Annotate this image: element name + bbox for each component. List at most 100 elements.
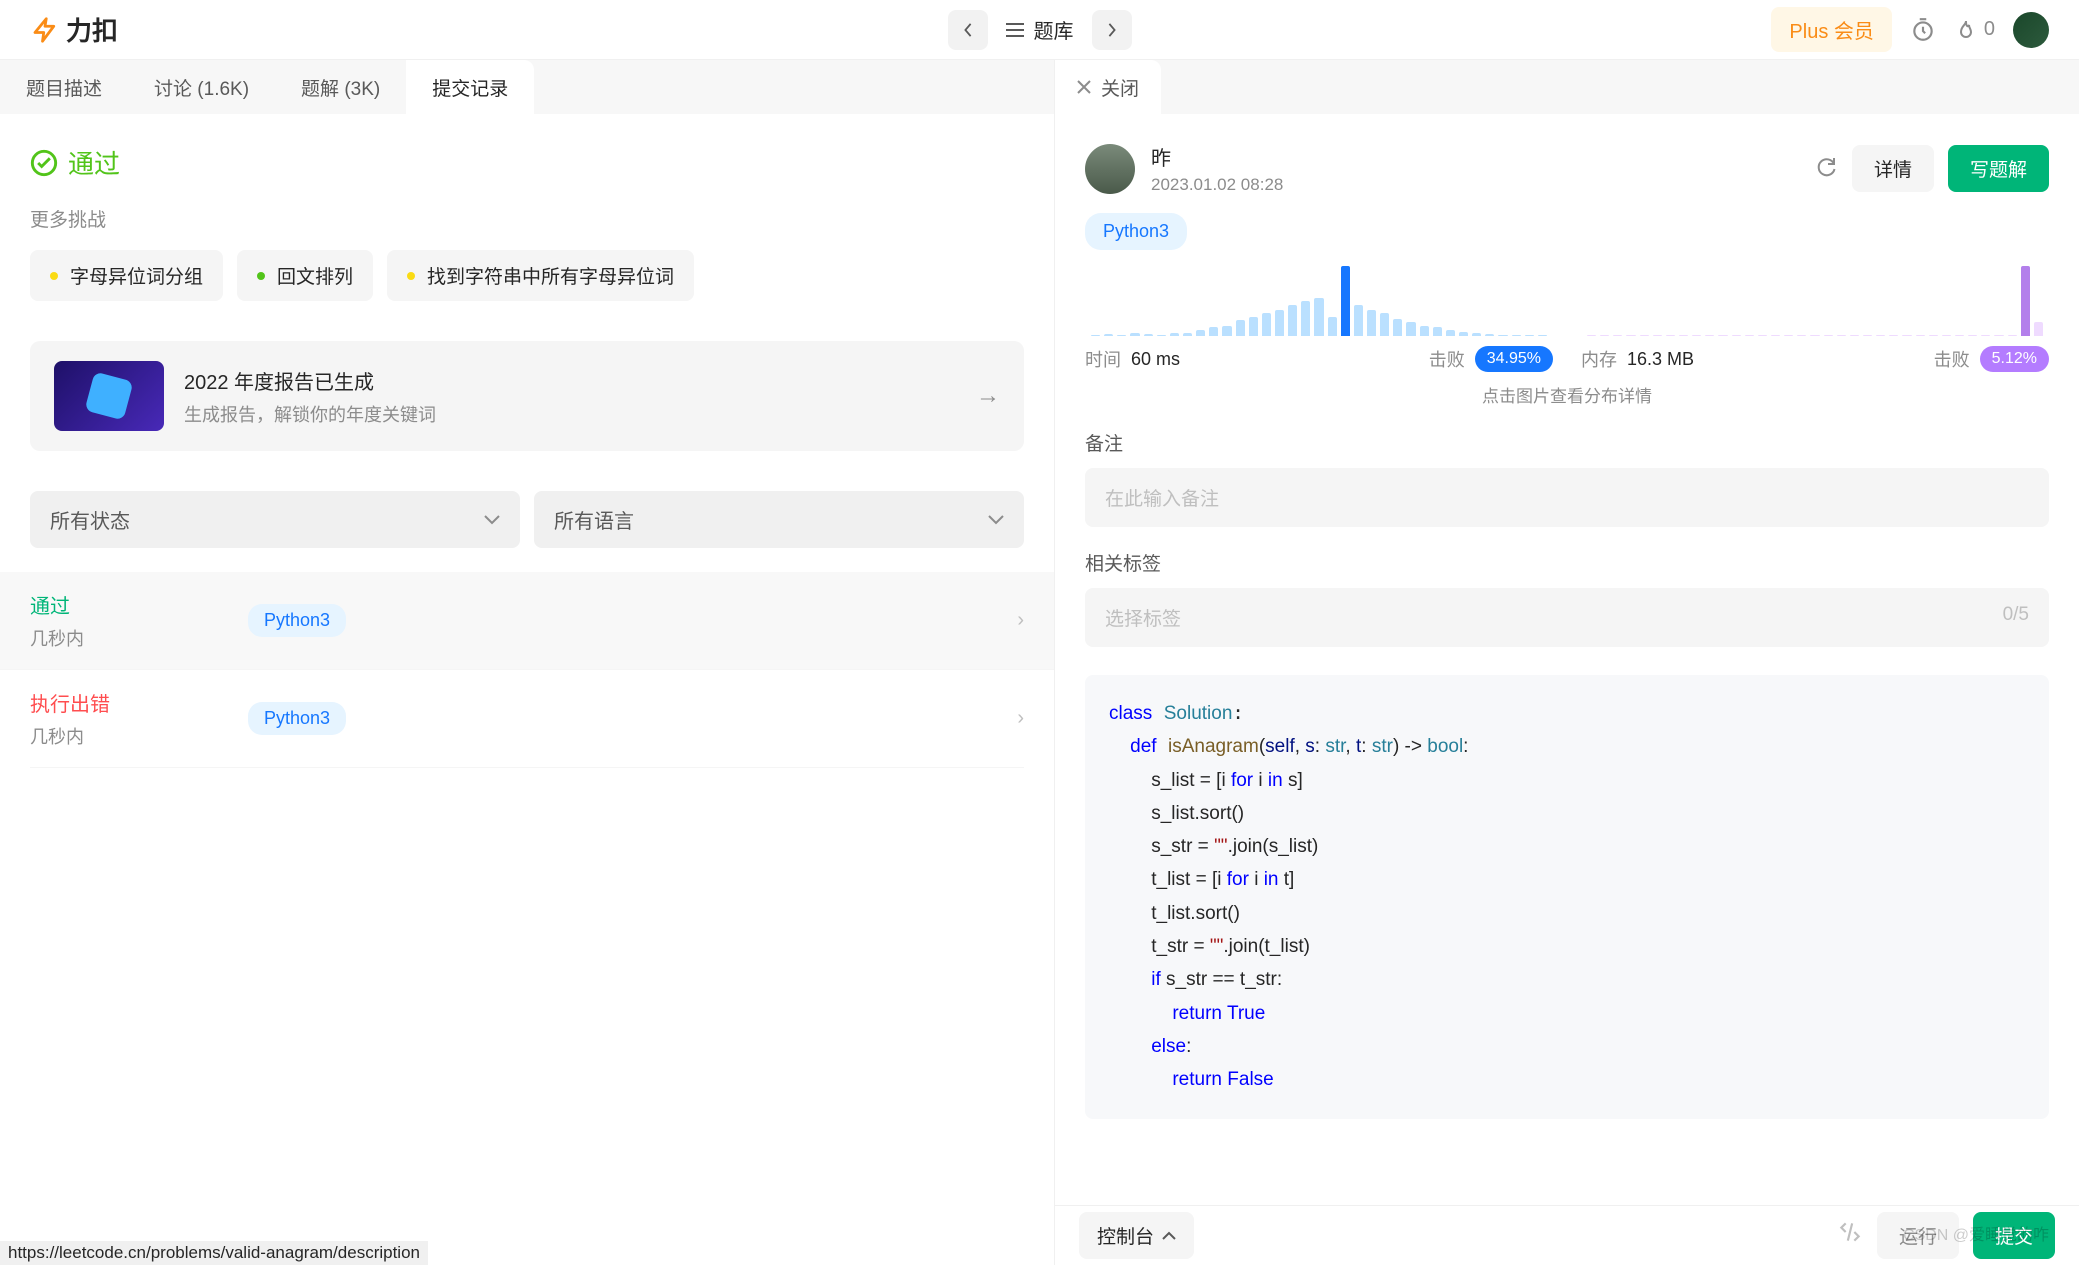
challenge-item-1[interactable]: 回文排列 xyxy=(237,250,373,301)
tab-description[interactable]: 题目描述 xyxy=(0,60,128,114)
submission-list: 通过 几秒内 Python3 › 执行出错 几秒内 Python3 › xyxy=(30,572,1024,768)
challenge-label: 字母异位词分组 xyxy=(70,262,203,289)
streak-counter[interactable]: 0 xyxy=(1954,18,1995,42)
chevron-right-icon: › xyxy=(1017,609,1024,632)
watermark: CSDN @爱睡觉的咋 xyxy=(1903,1221,2049,1245)
mem-beat-pill: 5.12% xyxy=(1980,346,2049,372)
submitter-avatar[interactable] xyxy=(1085,144,1135,194)
refresh-icon[interactable] xyxy=(1814,154,1838,183)
tag-count: 0/5 xyxy=(2003,604,2029,631)
user-avatar[interactable] xyxy=(2013,12,2049,48)
result-status-label: 通过 xyxy=(68,144,120,181)
report-subtitle: 生成报告，解锁你的年度关键词 xyxy=(184,401,436,427)
report-thumbnail xyxy=(54,361,164,431)
next-button[interactable] xyxy=(1092,10,1132,50)
submitted-at: 2023.01.02 08:28 xyxy=(1151,175,1283,195)
center-nav: 题库 xyxy=(948,10,1132,50)
right-panel: 关闭 昨 2023.01.02 08:28 详情 写题解 Python3 xyxy=(1055,60,2079,1265)
challenge-item-0[interactable]: 字母异位词分组 xyxy=(30,250,223,301)
problem-list-button[interactable]: 题库 xyxy=(996,15,1084,44)
result-status: 通过 xyxy=(30,144,1024,181)
submitter-info: 昨 2023.01.02 08:28 xyxy=(1151,142,1283,195)
right-actions: 详情 写题解 xyxy=(1814,145,2049,192)
tab-discussion[interactable]: 讨论 (1.6K) xyxy=(128,60,275,114)
tab-submissions[interactable]: 提交记录 xyxy=(406,60,534,114)
submission-lang-tag: Python3 xyxy=(248,702,346,735)
more-challenges-label: 更多挑战 xyxy=(30,205,1024,232)
mem-label: 内存 xyxy=(1581,346,1617,372)
main: 题目描述 讨论 (1.6K) 题解 (3K) 提交记录 通过 更多挑战 字母异位… xyxy=(0,60,2079,1265)
format-icon[interactable] xyxy=(1837,1219,1863,1252)
challenges-row: 字母异位词分组 回文排列 找到字符串中所有字母异位词 xyxy=(30,250,1024,301)
logo-icon xyxy=(30,15,60,45)
chevron-right-icon: › xyxy=(1017,707,1024,730)
right-body: 昨 2023.01.02 08:28 详情 写题解 Python3 时间 60 … xyxy=(1055,114,2079,1205)
submission-time: 几秒内 xyxy=(30,723,230,749)
tag-placeholder: 选择标签 xyxy=(1105,604,1181,631)
close-tab-button[interactable]: 关闭 xyxy=(1055,60,1161,114)
difficulty-dot xyxy=(257,272,265,280)
close-label: 关闭 xyxy=(1101,74,1139,101)
list-icon xyxy=(1006,23,1024,37)
status-filter[interactable]: 所有状态 xyxy=(30,491,520,548)
streak-value: 0 xyxy=(1984,18,1995,41)
report-title: 2022 年度报告已生成 xyxy=(184,366,436,395)
status-filter-label: 所有状态 xyxy=(50,505,130,534)
header-right: Plus 会员 0 xyxy=(1771,7,2049,52)
beat-label: 击败 xyxy=(1429,346,1465,372)
time-chart[interactable]: 时间 60 ms 击败 34.95% xyxy=(1085,266,1553,372)
tag-label: 相关标签 xyxy=(1085,549,2049,576)
memory-chart[interactable]: 内存 16.3 MB 击败 5.12% xyxy=(1581,266,2049,372)
mem-value: 16.3 MB xyxy=(1627,349,1694,370)
prev-button[interactable] xyxy=(948,10,988,50)
submission-row[interactable]: 通过 几秒内 Python3 › xyxy=(0,572,1054,670)
submission-time: 几秒内 xyxy=(30,625,230,651)
close-icon xyxy=(1077,80,1091,94)
console-button[interactable]: 控制台 xyxy=(1079,1212,1194,1259)
report-text: 2022 年度报告已生成 生成报告，解锁你的年度关键词 xyxy=(184,366,436,427)
plus-member-button[interactable]: Plus 会员 xyxy=(1771,7,1891,52)
note-label: 备注 xyxy=(1085,429,2049,456)
submission-status: 通过 xyxy=(30,590,230,619)
fire-icon xyxy=(1954,18,1978,42)
submission-header: 昨 2023.01.02 08:28 详情 写题解 xyxy=(1085,142,2049,195)
language-filter-label: 所有语言 xyxy=(554,505,634,534)
browser-statusbar: https://leetcode.cn/problems/valid-anagr… xyxy=(0,1241,428,1265)
nav-list-label: 题库 xyxy=(1034,15,1074,44)
top-bar: 力扣 题库 Plus 会员 0 xyxy=(0,0,2079,60)
left-panel: 题目描述 讨论 (1.6K) 题解 (3K) 提交记录 通过 更多挑战 字母异位… xyxy=(0,60,1055,1265)
code-block: class Solution: def isAnagram(self, s: s… xyxy=(1085,675,2049,1119)
left-body: 通过 更多挑战 字母异位词分组 回文排列 找到字符串中所有字母异位词 2022 … xyxy=(0,114,1054,1265)
beat-label: 击败 xyxy=(1934,346,1970,372)
challenge-label: 找到字符串中所有字母异位词 xyxy=(427,262,674,289)
difficulty-dot xyxy=(407,272,415,280)
annual-report-card[interactable]: 2022 年度报告已生成 生成报告，解锁你的年度关键词 → xyxy=(30,341,1024,451)
performance-charts[interactable]: 时间 60 ms 击败 34.95% 内存 16.3 MB 击败 5.12% xyxy=(1085,266,2049,372)
challenge-label: 回文排列 xyxy=(277,262,353,289)
timer-icon[interactable] xyxy=(1910,17,1936,43)
time-beat-pill: 34.95% xyxy=(1475,346,1553,372)
arrow-right-icon: → xyxy=(976,382,1000,410)
time-label: 时间 xyxy=(1085,346,1121,372)
note-input[interactable]: 在此输入备注 xyxy=(1085,468,2049,527)
logo[interactable]: 力扣 xyxy=(30,11,118,48)
chart-hint: 点击图片查看分布详情 xyxy=(1085,382,2049,407)
tab-solutions[interactable]: 题解 (3K) xyxy=(275,60,406,114)
detail-button[interactable]: 详情 xyxy=(1852,145,1934,192)
submission-lang-tag: Python3 xyxy=(248,604,346,637)
time-value: 60 ms xyxy=(1131,349,1180,370)
challenge-item-2[interactable]: 找到字符串中所有字母异位词 xyxy=(387,250,694,301)
difficulty-dot xyxy=(50,272,58,280)
left-tabs: 题目描述 讨论 (1.6K) 题解 (3K) 提交记录 xyxy=(0,60,1054,114)
chevron-down-icon xyxy=(988,515,1004,525)
chevron-down-icon xyxy=(484,515,500,525)
submitter-name: 昨 xyxy=(1151,142,1283,171)
check-icon xyxy=(30,149,58,177)
submission-row[interactable]: 执行出错 几秒内 Python3 › xyxy=(30,670,1024,768)
console-label: 控制台 xyxy=(1097,1222,1154,1249)
chevron-up-icon xyxy=(1162,1231,1176,1240)
write-solution-button[interactable]: 写题解 xyxy=(1948,145,2049,192)
tag-select[interactable]: 选择标签 0/5 xyxy=(1085,588,2049,647)
filter-row: 所有状态 所有语言 xyxy=(30,491,1024,548)
language-filter[interactable]: 所有语言 xyxy=(534,491,1024,548)
